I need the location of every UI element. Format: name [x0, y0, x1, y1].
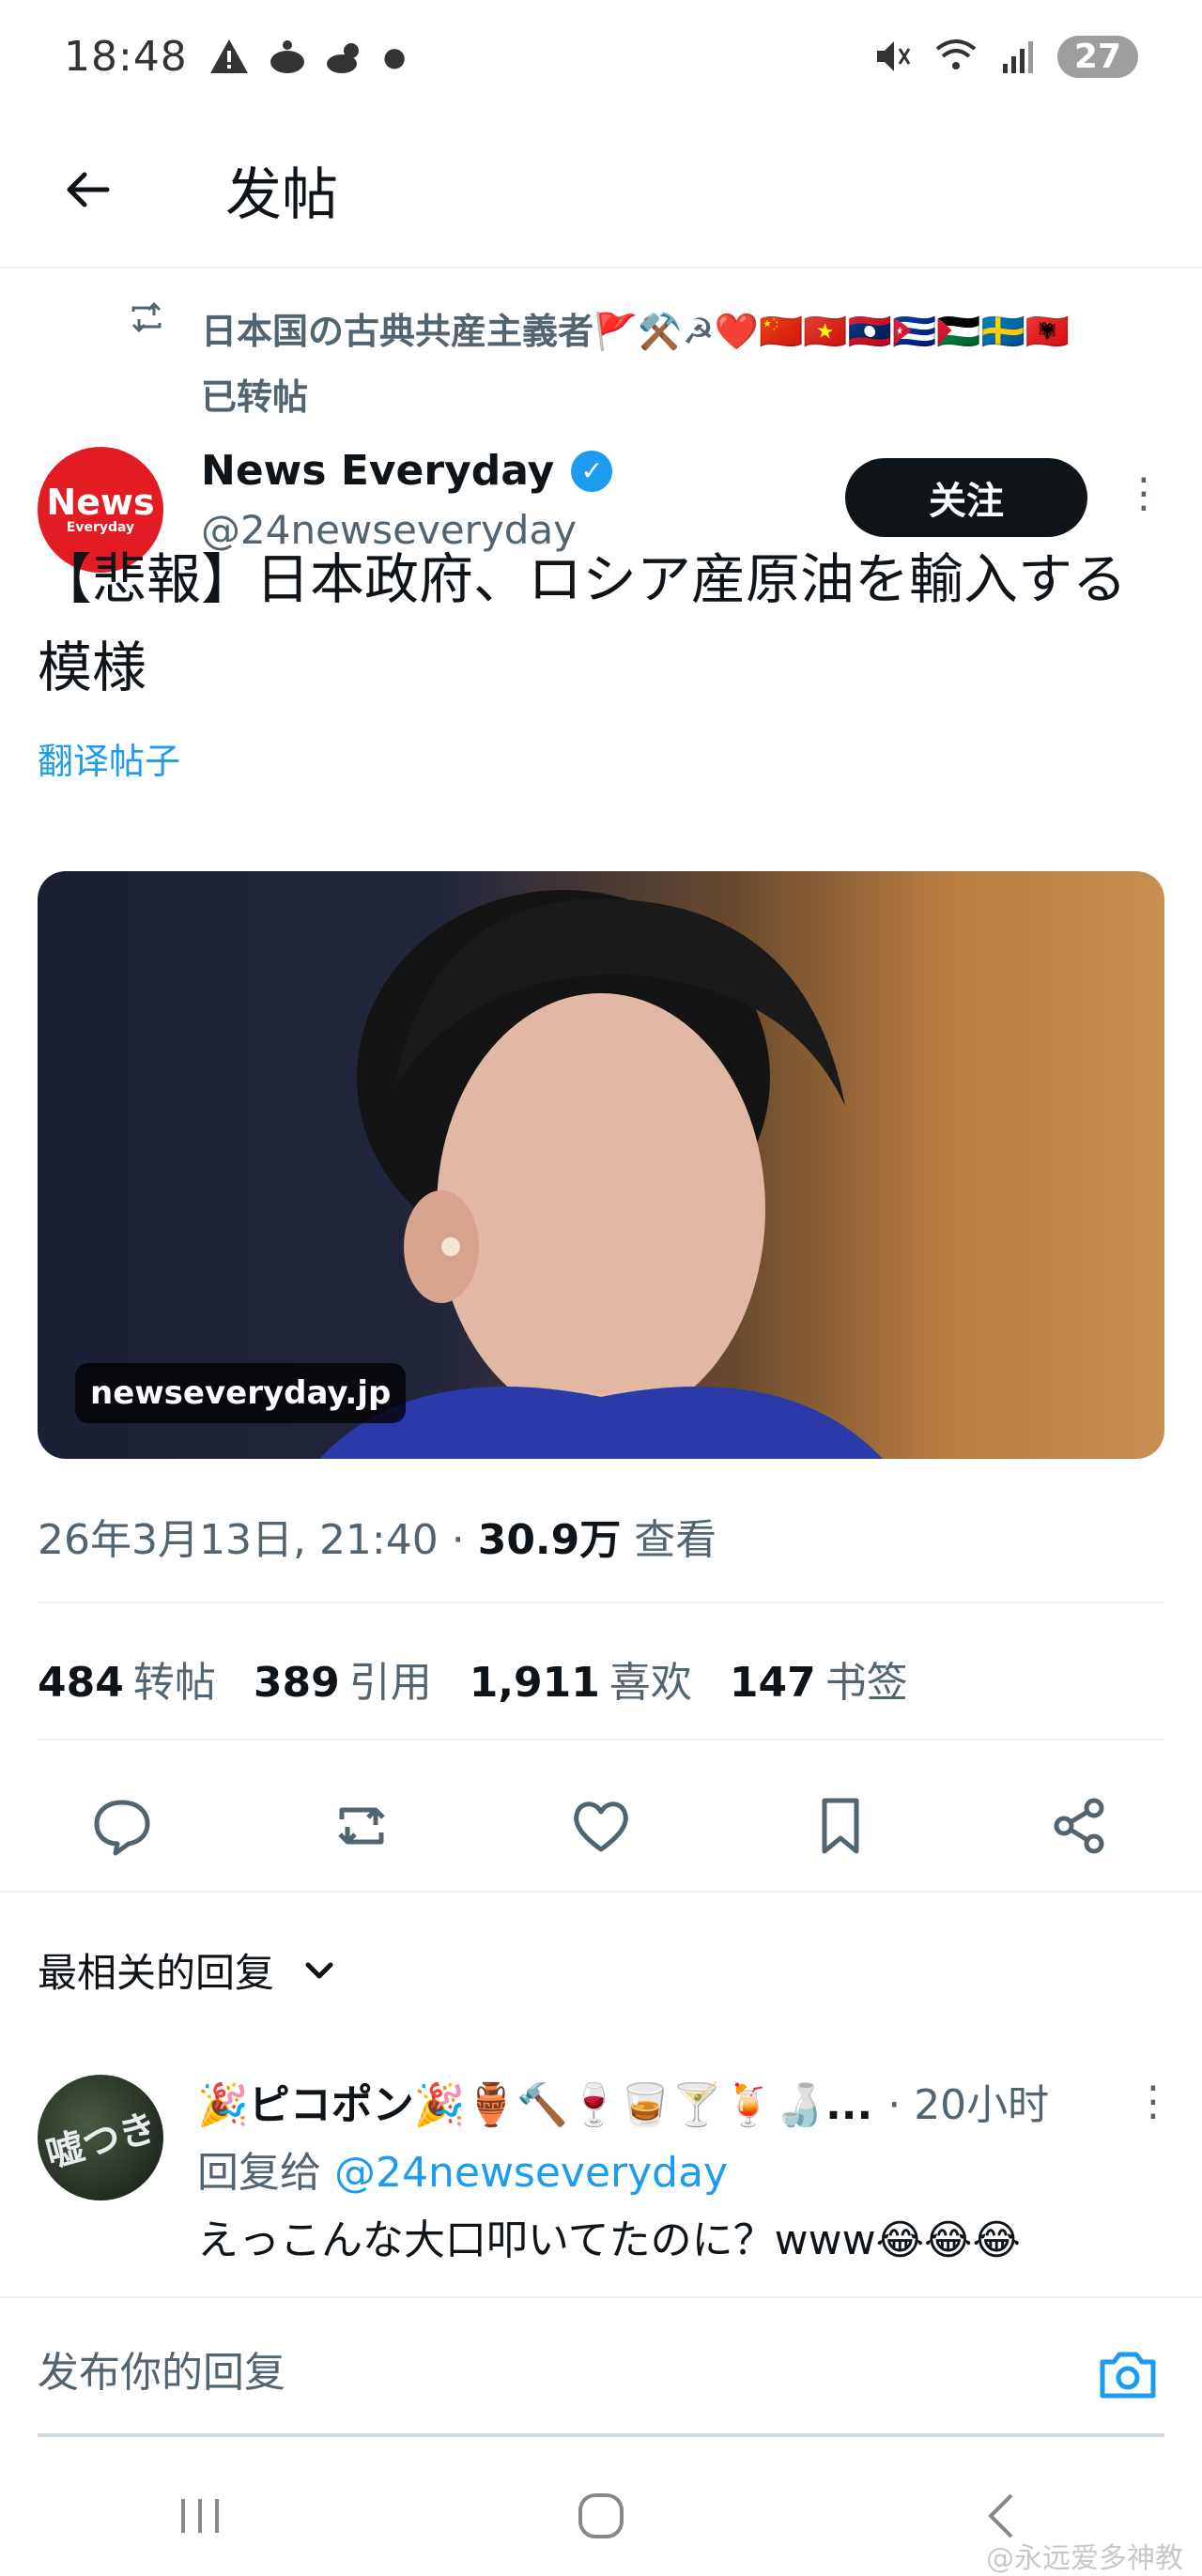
author-name-row[interactable]: News Everyday ✓	[201, 447, 613, 495]
reply-text: えっこんな大口叩いてたのに？www😂😂😂	[197, 2216, 1021, 2264]
post-text-line1: 【悲報】日本政府、ロシア産原油を輸入する	[38, 547, 1128, 611]
app-notification-icon	[270, 40, 304, 73]
verified-badge-icon: ✓	[571, 450, 613, 492]
engagement-stats: 484 转帖 389 引用 1,911 喜欢 147 书签	[38, 1648, 908, 1709]
post-meta: 26年3月13日, 21:40 · 30.9万 查看	[38, 1506, 717, 1566]
stat-label: 引用	[348, 1659, 432, 1707]
reposter-name[interactable]: 日本国の古典共産主義者🚩⚒️☭❤️🇨🇳🇻🇳🇱🇦🇨🇺🇵🇸🇸🇪🇦🇱	[201, 299, 1202, 364]
divider	[0, 1891, 1202, 1893]
stat-label: 转帖	[132, 1659, 216, 1707]
compose-underline	[38, 2433, 1164, 2437]
page-title: 发帖	[225, 161, 338, 228]
stat-bookmarks[interactable]: 147 书签	[730, 1648, 908, 1709]
reply-avatar-text: 嘘つき	[41, 2106, 162, 2177]
weather-icon	[326, 43, 359, 73]
reply-author-name[interactable]: 🎉ピコポン🎉🏺🔨🍷🥃🍸🍹🍶...	[197, 2071, 872, 2131]
stat-number: 1,911	[469, 1659, 600, 1707]
status-time: 18:48	[64, 32, 188, 81]
heart-icon	[574, 1802, 628, 1852]
translate-post-link[interactable]: 翻译帖子	[38, 732, 180, 784]
like-button[interactable]	[563, 1788, 639, 1863]
stat-reposts[interactable]: 484 转帖	[38, 1648, 216, 1709]
home-button[interactable]	[563, 2478, 639, 2553]
battery-indicator: 27	[1056, 35, 1138, 78]
top-app-bar: 发帖	[0, 113, 1202, 268]
view-count: 30.9万	[477, 1516, 622, 1564]
reply-header: 🎉ピコポン🎉🏺🔨🍷🥃🍸🍹🍶... · 20小时 ⋮	[197, 2071, 1174, 2131]
reply-input[interactable]: 发布你的回复	[38, 2338, 285, 2399]
post-image[interactable]: newseveryday.jp	[38, 871, 1164, 1459]
replies-sort-dropdown[interactable]: 最相关的回复	[38, 1941, 338, 1999]
repost-icon	[131, 301, 162, 333]
bookmark-icon	[822, 1798, 859, 1854]
signal-icon	[1002, 41, 1033, 73]
divider	[38, 1739, 1164, 1740]
post-text-line2: 模様	[38, 636, 147, 699]
share-button[interactable]	[1042, 1788, 1117, 1863]
repost-info[interactable]: 日本国の古典共産主義者🚩⚒️☭❤️🇨🇳🇻🇳🇱🇦🇨🇺🇵🇸🇸🇪🇦🇱 已转帖	[126, 299, 1196, 430]
view-label: 查看	[634, 1516, 717, 1564]
reply-button[interactable]	[85, 1788, 160, 1863]
replies-sort-label: 最相关的回复	[38, 1950, 275, 1996]
bookmark-button[interactable]	[803, 1788, 878, 1863]
reply-avatar[interactable]: 嘘つき	[38, 2075, 163, 2200]
share-icon	[1054, 1798, 1104, 1854]
reply-compose-bar: 发布你的回复	[0, 2296, 1202, 2439]
stat-number: 147	[729, 1659, 816, 1707]
back-button[interactable]	[41, 143, 135, 237]
reply-to-handle[interactable]: @24newseveryday	[334, 2149, 728, 2197]
recent-apps-icon	[181, 2498, 220, 2533]
mute-icon	[876, 41, 911, 71]
divider	[38, 1602, 1164, 1603]
stat-number: 484	[38, 1659, 124, 1707]
reply-more-options-icon[interactable]: ⋮	[1133, 2078, 1174, 2125]
more-notifications-dot: ●	[382, 40, 407, 72]
comment-icon	[94, 1800, 150, 1856]
post-timestamp: 26年3月13日, 21:40 ·	[38, 1516, 478, 1564]
stat-label: 喜欢	[609, 1659, 692, 1707]
follow-button[interactable]: 关注	[845, 458, 1087, 537]
post-actions	[38, 1774, 1164, 1878]
more-options-icon[interactable]: ⋮	[1123, 469, 1164, 517]
recent-apps-button[interactable]	[162, 2478, 238, 2553]
reply-to-label: 回复给	[197, 2149, 334, 2197]
watermark: @永远爱多神教	[986, 2542, 1183, 2575]
reply-time: · 20小时	[887, 2081, 1050, 2129]
arrow-left-icon	[67, 172, 110, 207]
camera-icon[interactable]	[1095, 2341, 1161, 2407]
post-text: 【悲報】日本政府、ロシア産原油を輸入する 模様	[38, 535, 1164, 712]
avatar-logo-subtext: Everyday	[66, 520, 135, 535]
wifi-icon	[935, 39, 977, 69]
avatar-logo-text: News	[46, 482, 155, 523]
home-icon	[578, 2492, 624, 2538]
chevron-down-icon	[305, 1962, 333, 1978]
stat-label: 书签	[824, 1659, 908, 1707]
repost-button[interactable]	[324, 1788, 399, 1863]
repost-status: 已转帖	[201, 376, 309, 418]
status-bar: 18:48 ● 27	[0, 0, 1202, 113]
warning-icon	[209, 39, 248, 73]
author-name[interactable]: News Everyday	[201, 447, 554, 495]
media-source-link[interactable]: newseveryday.jp	[75, 1363, 407, 1423]
repost-icon	[338, 1807, 385, 1845]
reply-to-line: 回复给 @24newseveryday	[197, 2139, 728, 2199]
stat-quotes[interactable]: 389 引用	[254, 1648, 432, 1709]
stat-number: 389	[253, 1659, 340, 1707]
stat-likes[interactable]: 1,911 喜欢	[470, 1648, 692, 1709]
